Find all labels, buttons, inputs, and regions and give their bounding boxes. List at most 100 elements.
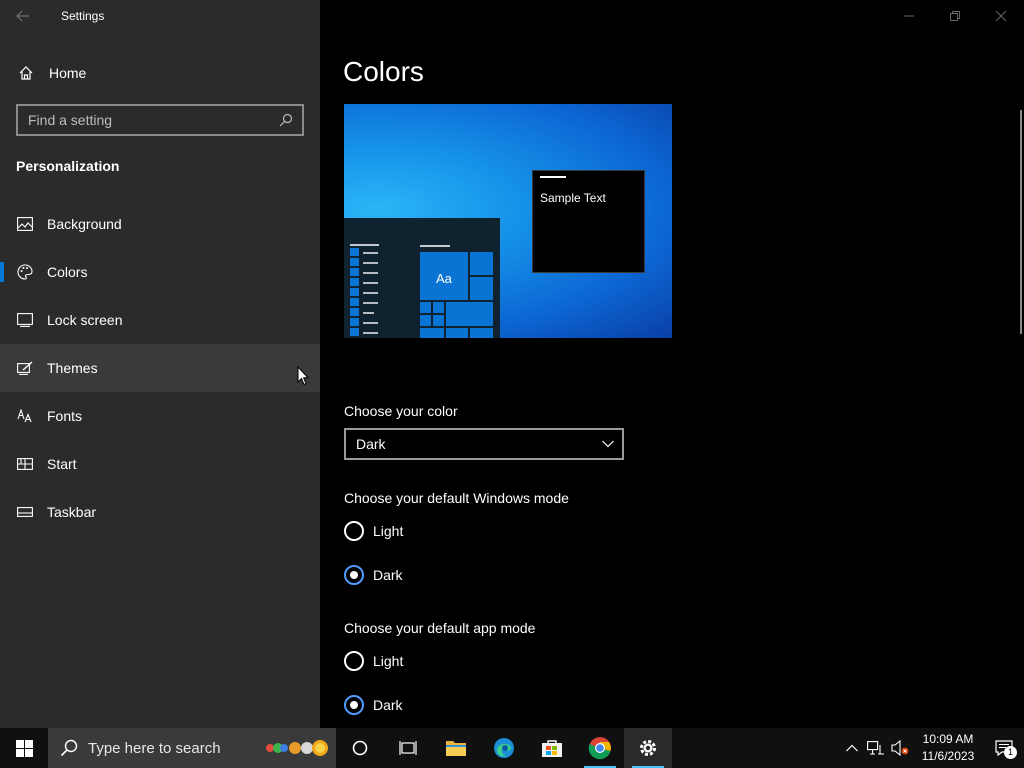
start-icon xyxy=(16,455,34,473)
picture-icon xyxy=(16,215,34,233)
page-title: Colors xyxy=(343,56,424,87)
clock-date: 11/6/2023 xyxy=(921,749,975,763)
network-icon xyxy=(867,741,884,755)
choose-color-label: Choose your color xyxy=(344,403,458,419)
section-header: Personalization xyxy=(16,158,120,174)
clock-time: 10:09 AM xyxy=(922,732,974,746)
title-bar: Settings xyxy=(0,0,320,32)
search-icon[interactable] xyxy=(279,113,293,127)
start-button[interactable] xyxy=(0,728,48,768)
store-icon xyxy=(542,740,562,757)
action-center-button[interactable]: 1 xyxy=(984,728,1024,768)
task-view-icon xyxy=(399,741,417,755)
nav-item-label: Start xyxy=(47,456,77,472)
themes-icon xyxy=(16,359,34,377)
app-mode-light-radio[interactable]: Light xyxy=(344,651,403,671)
nav-item-label: Themes xyxy=(47,360,98,376)
radio-label: Light xyxy=(373,523,404,539)
close-button[interactable] xyxy=(978,0,1024,32)
caption-buttons xyxy=(886,0,1024,32)
fonts-icon xyxy=(16,407,34,425)
volume-muted-icon xyxy=(891,740,909,756)
minimize-icon xyxy=(904,15,914,17)
windows-mode-light-radio[interactable]: Light xyxy=(344,521,403,541)
nav-item-background[interactable]: Background xyxy=(0,200,320,248)
minimize-button[interactable] xyxy=(886,0,932,32)
search-highlight-icon xyxy=(266,740,328,756)
volume-button[interactable] xyxy=(888,728,912,768)
home-nav-item[interactable]: Home xyxy=(0,56,320,90)
system-tray: 10:09 AM 11/6/2023 1 xyxy=(840,728,1024,768)
main-content: Colors Aa Sample Text Choose your color … xyxy=(320,0,1024,728)
preview-start-menu: Aa xyxy=(344,218,500,338)
nav-item-label: Background xyxy=(47,216,122,232)
nav-list: Background Colors Lock screen Themes Fon… xyxy=(0,200,320,536)
sidebar: Settings Home Personalization Background… xyxy=(0,0,320,728)
preview-sample-text: Sample Text xyxy=(540,191,606,205)
network-button[interactable] xyxy=(864,728,888,768)
mouse-cursor-icon xyxy=(297,366,309,386)
chrome-button[interactable] xyxy=(576,728,624,768)
app-mode-dark-radio[interactable]: Dark xyxy=(344,695,403,715)
taskbar-icon xyxy=(16,503,34,521)
settings-icon xyxy=(640,740,656,756)
scrollbar[interactable] xyxy=(1020,110,1022,334)
file-explorer-icon xyxy=(446,741,466,756)
taskbar: Type here to search 10:09 AM 11/6/2023 1 xyxy=(0,728,1024,768)
radio-button-checked[interactable] xyxy=(344,695,364,715)
clock[interactable]: 10:09 AM 11/6/2023 xyxy=(912,731,984,765)
taskbar-search[interactable]: Type here to search xyxy=(48,728,336,768)
settings-button[interactable] xyxy=(624,728,672,768)
back-arrow-icon xyxy=(16,10,29,22)
preview-start-tiles xyxy=(350,244,493,338)
nav-item-themes[interactable]: Themes xyxy=(0,344,320,392)
color-mode-dropdown[interactable]: Dark xyxy=(344,428,624,460)
edge-button[interactable] xyxy=(480,728,528,768)
nav-item-colors[interactable]: Colors xyxy=(0,248,320,296)
preview-title-line xyxy=(540,176,566,178)
home-label: Home xyxy=(49,65,87,81)
show-hidden-icons-button[interactable] xyxy=(840,728,864,768)
search-icon xyxy=(60,739,78,757)
store-button[interactable] xyxy=(528,728,576,768)
nav-item-lock-screen[interactable]: Lock screen xyxy=(0,296,320,344)
palette-icon xyxy=(16,263,34,281)
nav-item-label: Colors xyxy=(47,264,88,280)
nav-item-fonts[interactable]: Fonts xyxy=(0,392,320,440)
find-setting-search[interactable] xyxy=(16,104,304,136)
nav-item-label: Fonts xyxy=(47,408,83,424)
restore-icon xyxy=(950,11,960,21)
file-explorer-button[interactable] xyxy=(432,728,480,768)
window-title: Settings xyxy=(61,9,105,23)
restore-button[interactable] xyxy=(932,0,978,32)
preview-window: Sample Text xyxy=(532,170,645,273)
preview-tile-text: Aa xyxy=(436,271,452,286)
radio-button[interactable] xyxy=(344,651,364,671)
home-icon xyxy=(19,66,33,80)
radio-label: Dark xyxy=(373,697,403,713)
theme-preview: Aa Sample Text xyxy=(344,104,672,338)
windows-mode-label: Choose your default Windows mode xyxy=(344,490,569,506)
dropdown-value: Dark xyxy=(356,436,386,452)
back-button[interactable] xyxy=(0,0,46,32)
taskbar-search-placeholder: Type here to search xyxy=(88,739,221,757)
close-icon xyxy=(996,11,1006,21)
windows-logo-icon xyxy=(15,739,33,757)
search-input[interactable] xyxy=(18,112,279,128)
app-mode-label: Choose your default app mode xyxy=(344,620,536,636)
radio-button[interactable] xyxy=(344,521,364,541)
notification-count-badge: 1 xyxy=(1004,746,1017,759)
nav-item-label: Taskbar xyxy=(47,504,97,520)
chevron-down-icon xyxy=(602,440,614,448)
edge-icon xyxy=(494,738,514,758)
radio-button-checked[interactable] xyxy=(344,565,364,585)
nav-item-taskbar[interactable]: Taskbar xyxy=(0,488,320,536)
nav-item-start[interactable]: Start xyxy=(0,440,320,488)
cortana-icon xyxy=(352,740,368,756)
cortana-button[interactable] xyxy=(336,728,384,768)
task-view-button[interactable] xyxy=(384,728,432,768)
windows-mode-dark-radio[interactable]: Dark xyxy=(344,565,403,585)
nav-item-label: Lock screen xyxy=(47,312,123,328)
radio-label: Light xyxy=(373,653,404,669)
chrome-icon xyxy=(588,737,611,760)
